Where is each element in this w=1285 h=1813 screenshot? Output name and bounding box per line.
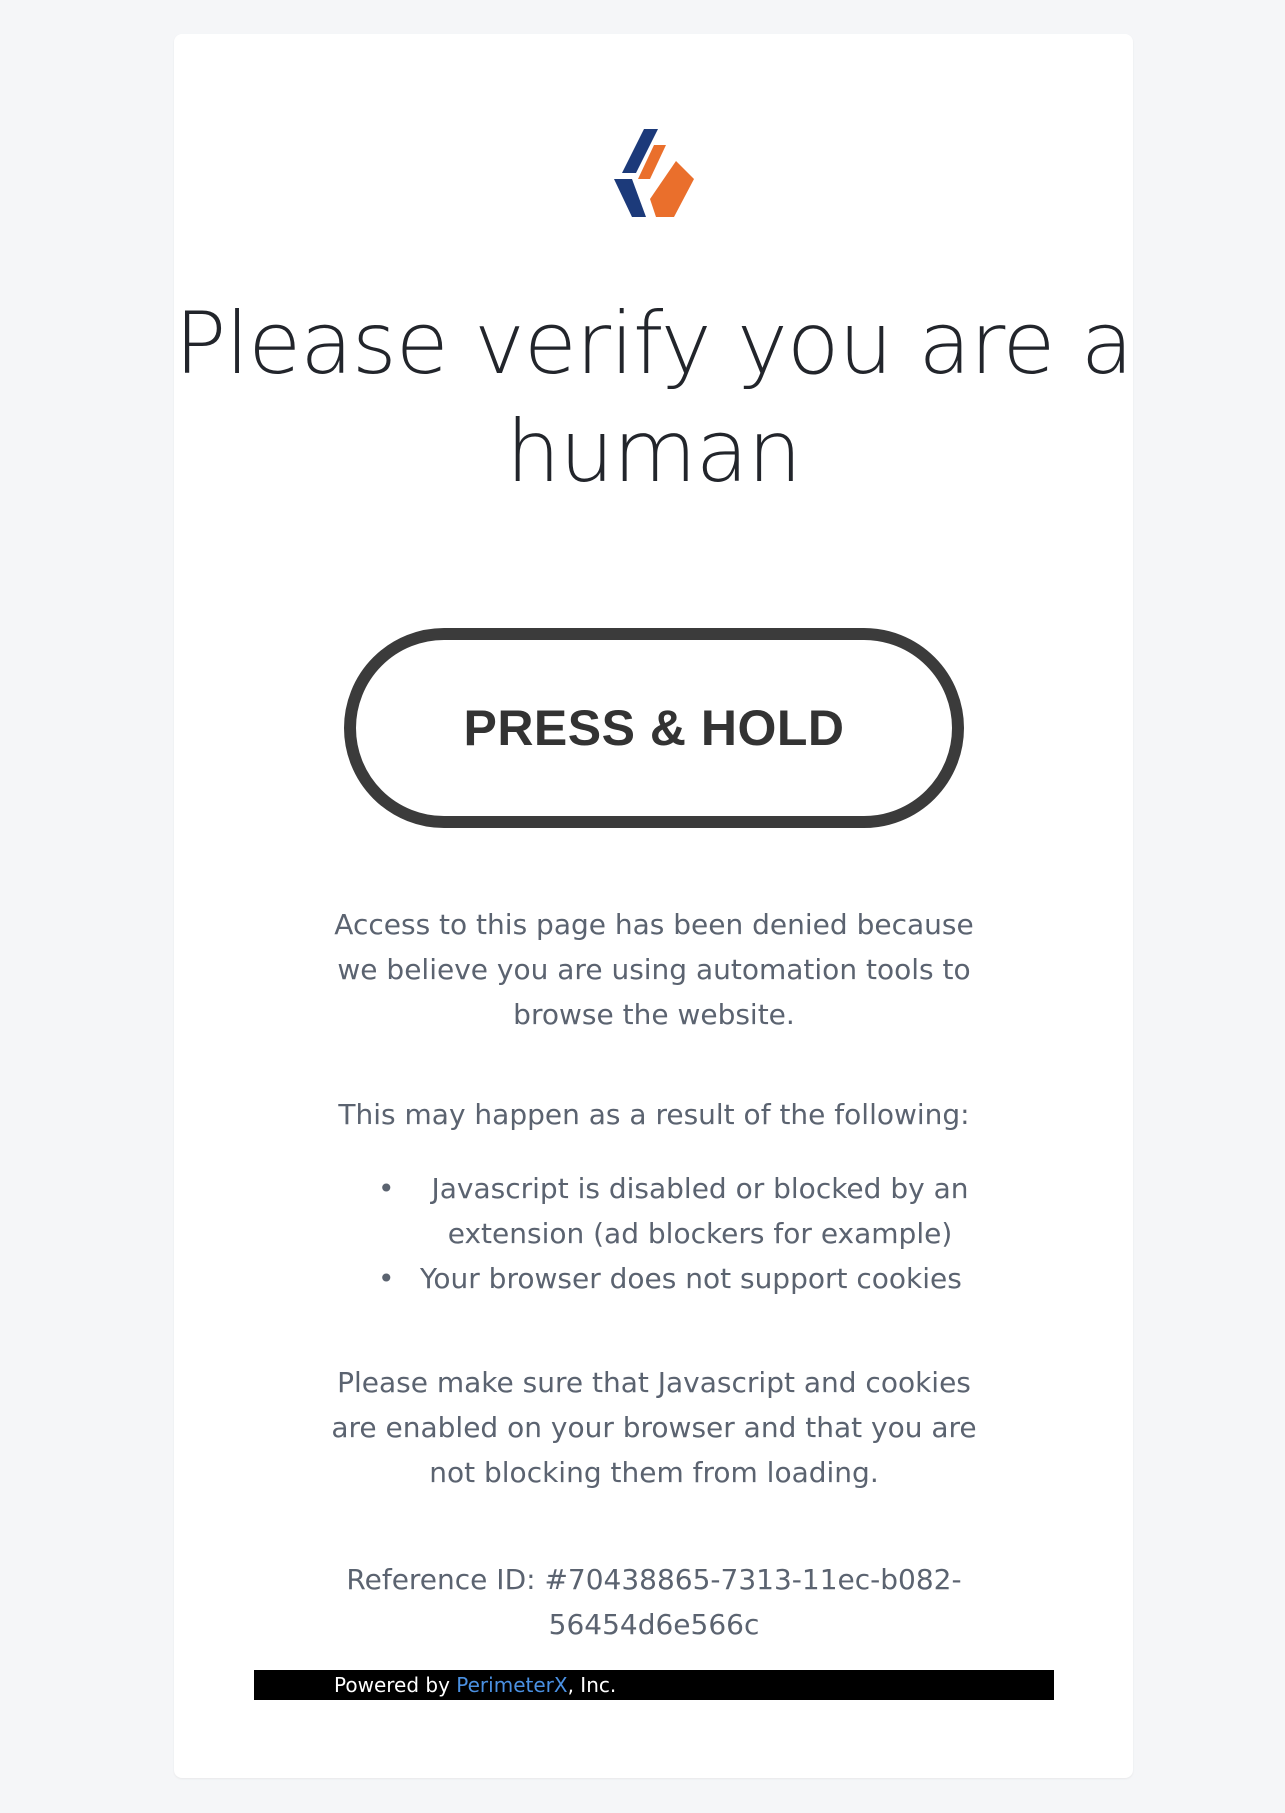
- company-suffix: , Inc.: [567, 1673, 617, 1697]
- press-and-hold-button[interactable]: PRESS & HOLD: [344, 628, 964, 828]
- list-item: • Your browser does not support cookies: [330, 1256, 990, 1301]
- logo-blue-lower: [614, 179, 646, 217]
- reason-text: Javascript is disabled or blocked by an …: [431, 1172, 969, 1250]
- reference-id: Reference ID: #70438865-7313-11ec-b082-5…: [346, 1563, 962, 1641]
- instructions-message: Please make sure that Javascript and coo…: [331, 1366, 977, 1489]
- powered-by-label: Powered by: [334, 1673, 457, 1697]
- footer-bar: Powered by PerimeterX, Inc.: [254, 1670, 1054, 1700]
- perimeterx-logo-icon: [614, 129, 694, 217]
- reasons-list: • Javascript is disabled or blocked by a…: [330, 1166, 990, 1301]
- reasons-intro: This may happen as a result of the follo…: [338, 1098, 970, 1131]
- footer-credit: Powered by PerimeterX, Inc.: [334, 1670, 616, 1700]
- page-title: Please verify you are a human: [174, 294, 1134, 502]
- bullet-icon: •: [378, 1262, 395, 1295]
- bullet-icon: •: [378, 1172, 395, 1205]
- list-item: • Javascript is disabled or blocked by a…: [330, 1166, 990, 1256]
- perimeterx-link[interactable]: PerimeterX: [456, 1673, 567, 1697]
- logo-orange-lower: [650, 161, 694, 217]
- press-and-hold-label: PRESS & HOLD: [463, 700, 845, 756]
- access-denied-message: Access to this page has been denied beca…: [334, 908, 974, 1031]
- reason-text: Your browser does not support cookies: [420, 1262, 962, 1295]
